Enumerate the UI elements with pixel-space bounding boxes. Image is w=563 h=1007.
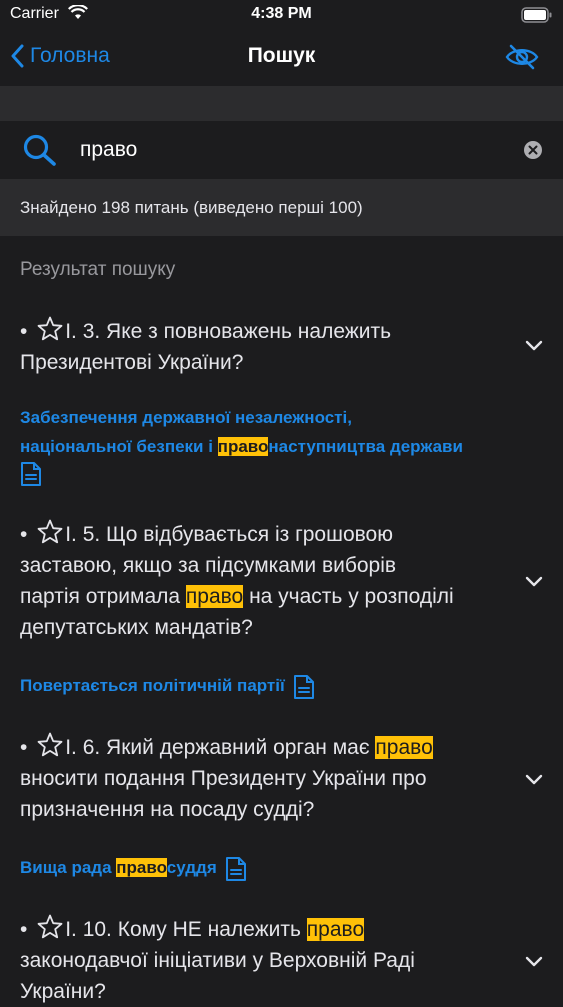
list-item[interactable]: • I. 10. Кому НЕ належить право законода… (0, 912, 563, 1003)
answer-line-part: суддя (166, 858, 217, 877)
question-line: України? (20, 980, 106, 1003)
clear-search-icon[interactable] (523, 140, 543, 165)
question-line-part: I. 6. Який державний орган має (65, 736, 376, 759)
search-bar (0, 121, 563, 179)
section-title: Результат пошуку (20, 259, 176, 280)
question-text: • I. 3. Яке з повноважень належить Прези… (20, 316, 500, 378)
question-text: • I. 6. Який державний орган має право в… (20, 732, 500, 825)
question-line: I. 3. Яке з повноважень належить (65, 320, 392, 343)
search-highlight: право (185, 585, 244, 608)
question-line: I. 5. Що відбувається із грошовою (65, 523, 393, 546)
results-count: Знайдено 198 питань (виведено перші 100) (20, 198, 363, 217)
document-icon[interactable] (225, 856, 247, 882)
search-highlight: право (116, 858, 167, 877)
question-line-part: на участь у розподілі (243, 585, 454, 608)
list-item[interactable]: • I. 3. Яке з повноважень належить Прези… (0, 310, 563, 490)
chevron-down-icon[interactable] (525, 774, 543, 786)
answer-text: Вища рада правосуддя (20, 853, 550, 882)
status-bar: Carrier 4:38 PM (0, 0, 563, 32)
results-count-band: Знайдено 198 питань (виведено перші 100) (0, 179, 563, 236)
question-line: Президентові України? (20, 351, 244, 374)
question-line-part: I. 10. Кому НЕ належить (65, 918, 307, 941)
star-outline-icon[interactable] (37, 732, 63, 757)
list-item[interactable]: • I. 6. Який державний орган має право в… (0, 730, 563, 890)
page-title: Пошук (247, 44, 316, 67)
search-highlight: право (217, 437, 269, 456)
question-line: призначення на посаду судді? (20, 798, 315, 821)
question-line: заставою, якщо за підсумками виборів (20, 554, 397, 577)
clock: 4:38 PM (251, 5, 312, 22)
search-highlight: право (306, 918, 365, 941)
question-text: • I. 10. Кому НЕ належить право законода… (20, 914, 500, 1007)
spacer-band (0, 86, 563, 121)
answer-text: Повертається політичній партії (20, 671, 550, 700)
document-icon[interactable] (20, 461, 42, 487)
star-outline-icon[interactable] (37, 914, 63, 939)
search-highlight: право (375, 736, 433, 759)
list-item[interactable]: • I. 5. Що відбувається із грошовою заст… (0, 515, 563, 705)
battery-icon (521, 7, 553, 28)
answer-line: Повертається політичній партії (20, 676, 285, 695)
answer-line-part: наступництва держави (268, 437, 463, 456)
navigation-bar: Головна Пошук (0, 32, 563, 86)
answer-line: Забезпечення державної незалежності, (20, 408, 352, 427)
question-line-part: партія отримала (20, 585, 186, 608)
answer-text: Забезпечення державної незалежності, нац… (20, 403, 550, 496)
eye-slash-icon[interactable] (505, 44, 539, 75)
search-icon (22, 133, 58, 172)
question-text: • I. 5. Що відбувається із грошовою заст… (20, 519, 500, 643)
question-line: вносити подання Президенту України про (20, 767, 427, 790)
question-line: законодавчої ініціативи у Верховній Раді (20, 949, 415, 972)
document-icon[interactable] (293, 674, 315, 700)
chevron-down-icon[interactable] (525, 956, 543, 968)
chevron-down-icon[interactable] (525, 340, 543, 352)
answer-line-part: національної безпеки і (20, 437, 218, 456)
chevron-down-icon[interactable] (525, 576, 543, 588)
answer-line-part: Вища рада (20, 858, 117, 877)
star-outline-icon[interactable] (37, 316, 63, 341)
star-outline-icon[interactable] (37, 519, 63, 544)
question-line: депутатських мандатів? (20, 616, 253, 639)
search-input[interactable] (80, 133, 500, 167)
